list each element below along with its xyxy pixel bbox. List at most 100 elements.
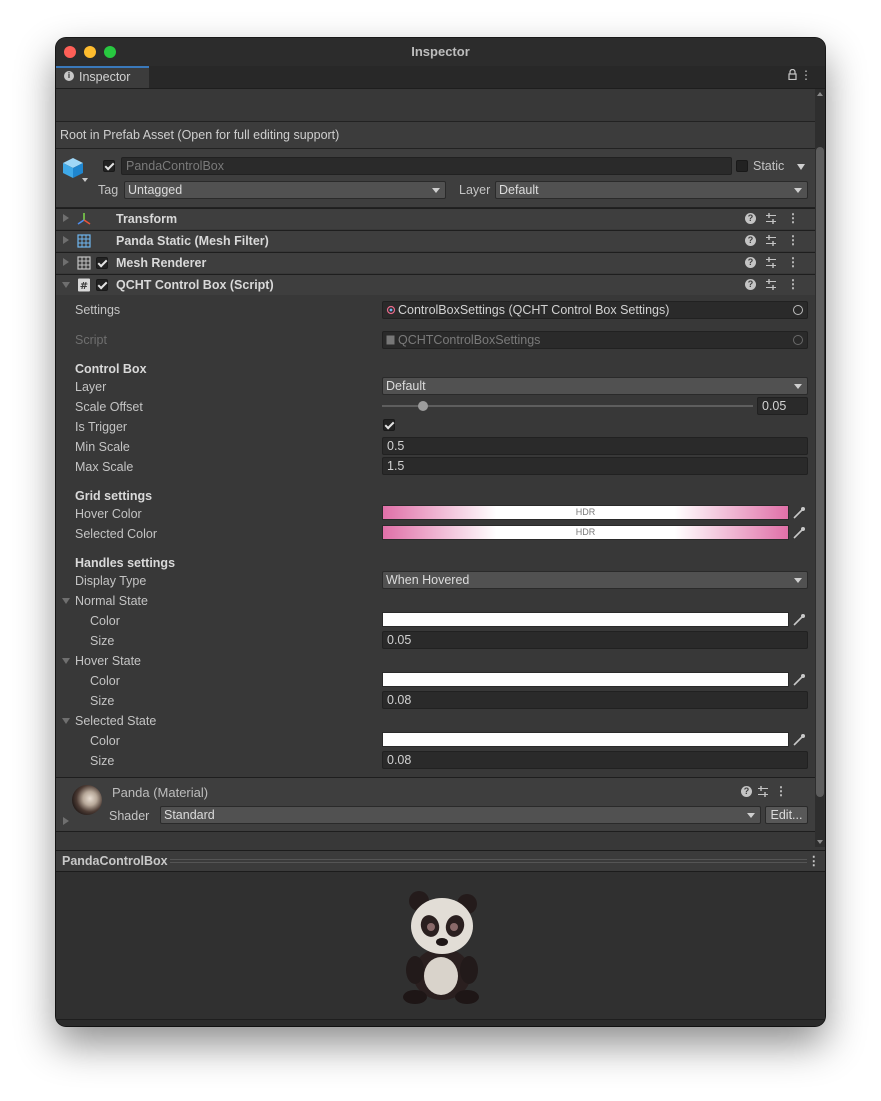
title-bar[interactable]: Inspector — [56, 38, 825, 66]
static-checkbox[interactable] — [736, 160, 748, 172]
scale-offset-field[interactable]: 0.05 — [757, 397, 808, 415]
presets-icon[interactable] — [765, 234, 777, 247]
presets-icon[interactable] — [757, 785, 769, 798]
tag-label: Tag — [98, 183, 119, 197]
presets-icon[interactable] — [765, 256, 777, 269]
is-trigger-checkbox[interactable] — [383, 419, 395, 431]
help-icon[interactable]: ? — [745, 213, 756, 224]
preview-header[interactable]: PandaControlBox ⋮ — [56, 850, 825, 872]
fold-arrow-icon[interactable] — [63, 214, 69, 222]
drag-handle[interactable] — [170, 859, 807, 860]
eyedropper-icon[interactable] — [791, 525, 807, 541]
fold-arrow-icon[interactable] — [63, 817, 69, 825]
component-transform[interactable]: Transform ? ⋮ — [56, 208, 815, 229]
fold-arrow-icon[interactable] — [63, 236, 69, 244]
vertical-scrollbar[interactable] — [815, 89, 825, 847]
eyedropper-icon[interactable] — [791, 612, 807, 628]
drag-handle[interactable] — [170, 862, 807, 863]
static-label: Static — [753, 159, 785, 173]
selected-size-field[interactable]: 0.08 — [382, 751, 808, 769]
selected-state-label[interactable]: Selected State — [75, 714, 156, 728]
layer-dropdown[interactable]: Default — [495, 181, 808, 199]
script-enabled-checkbox[interactable] — [96, 279, 108, 291]
help-icon[interactable]: ? — [745, 279, 756, 290]
eyedropper-icon[interactable] — [791, 505, 807, 521]
settings-object-value: ControlBoxSettings (QCHT Control Box Set… — [398, 303, 670, 317]
eyedropper-icon[interactable] — [791, 672, 807, 688]
static-dropdown-icon[interactable] — [797, 164, 805, 170]
tab-menu-icon[interactable]: ⋮ — [800, 68, 812, 82]
normal-state-label[interactable]: Normal State — [75, 594, 148, 608]
help-icon[interactable]: ? — [741, 786, 752, 797]
tag-dropdown[interactable]: Untagged — [124, 181, 446, 199]
hover-size-field[interactable]: 0.08 — [382, 691, 808, 709]
settings-object-field[interactable]: ControlBoxSettings (QCHT Control Box Set… — [382, 301, 808, 319]
script-label: Script — [75, 333, 107, 347]
component-menu-icon[interactable]: ⋮ — [787, 277, 799, 291]
hover-state-label[interactable]: Hover State — [75, 654, 141, 668]
component-menu-icon[interactable]: ⋮ — [787, 211, 799, 225]
shader-value: Standard — [164, 808, 215, 822]
preview-area[interactable] — [56, 872, 825, 1019]
layer-field-label: Layer — [75, 380, 107, 394]
hover-state-fold-icon[interactable] — [62, 658, 70, 664]
hover-state-color-swatch[interactable] — [382, 672, 789, 687]
component-mesh-filter[interactable]: Panda Static (Mesh Filter) ? ⋮ — [56, 230, 815, 251]
normal-size-label: Size — [90, 634, 115, 648]
mesh-renderer-enabled-checkbox[interactable] — [96, 257, 108, 269]
component-header-icons: ? ⋮ — [745, 233, 801, 248]
control-box-layer-value: Default — [386, 379, 426, 393]
component-menu-icon[interactable]: ⋮ — [787, 233, 799, 247]
tab-bar: i Inspector ⋮ — [56, 66, 825, 89]
max-scale-field[interactable]: 1.5 — [382, 457, 808, 475]
scrollbar-thumb[interactable] — [816, 147, 824, 797]
normal-size-field[interactable]: 0.05 — [382, 631, 808, 649]
help-icon[interactable]: ? — [745, 235, 756, 246]
edit-shader-button[interactable]: Edit... — [765, 806, 808, 824]
display-type-dropdown[interactable]: When Hovered — [382, 571, 808, 589]
hdr-label: HDR — [575, 507, 596, 517]
normal-state-fold-icon[interactable] — [62, 598, 70, 604]
scroll-down-icon[interactable] — [817, 840, 823, 844]
selected-state-color-swatch[interactable] — [382, 732, 789, 747]
gameobject-name-field[interactable]: PandaControlBox — [121, 157, 732, 175]
mesh-filter-icon — [77, 234, 91, 248]
window-title: Inspector — [411, 44, 470, 59]
selected-color-field-label: Color — [90, 734, 120, 748]
selected-color-swatch[interactable]: HDR — [382, 525, 789, 540]
presets-icon[interactable] — [765, 212, 777, 225]
hover-color-field-label: Color — [90, 674, 120, 688]
scale-offset-label: Scale Offset — [75, 400, 143, 414]
shader-dropdown[interactable]: Standard — [160, 806, 761, 824]
material-name: Panda (Material) — [112, 785, 209, 800]
active-checkbox[interactable] — [103, 160, 115, 172]
component-menu-icon[interactable]: ⋮ — [787, 255, 799, 269]
min-scale-field[interactable]: 0.5 — [382, 437, 808, 455]
info-icon: i — [64, 71, 74, 81]
tab-inspector[interactable]: i Inspector — [56, 66, 149, 88]
help-icon[interactable]: ? — [745, 257, 756, 268]
material-menu-icon[interactable]: ⋮ — [775, 784, 787, 798]
normal-color-swatch[interactable] — [382, 612, 789, 627]
hover-color-swatch[interactable]: HDR — [382, 505, 789, 520]
material-preview-ball — [72, 785, 102, 815]
control-box-layer-dropdown[interactable]: Default — [382, 377, 808, 395]
prefab-cube-icon[interactable] — [62, 157, 84, 179]
scroll-up-icon[interactable] — [817, 92, 823, 96]
component-mesh-renderer[interactable]: Mesh Renderer ? ⋮ — [56, 252, 815, 273]
object-picker-icon[interactable] — [793, 305, 803, 315]
presets-icon[interactable] — [765, 278, 777, 291]
chevron-down-icon[interactable] — [82, 178, 88, 182]
fold-arrow-icon[interactable] — [62, 282, 70, 288]
fold-arrow-icon[interactable] — [63, 258, 69, 266]
slider-handle[interactable] — [417, 401, 428, 411]
lock-icon[interactable] — [788, 69, 797, 80]
selected-state-fold-icon[interactable] — [62, 718, 70, 724]
hover-color-label: Hover Color — [75, 507, 142, 521]
component-header-icons: ? ⋮ — [745, 211, 801, 226]
component-qcht-control-box[interactable]: # QCHT Control Box (Script) ? ⋮ — [56, 274, 815, 295]
preview-menu-icon[interactable]: ⋮ — [808, 853, 821, 868]
slider-track[interactable] — [382, 405, 753, 407]
component-header-icons: ? ⋮ — [745, 255, 801, 270]
eyedropper-icon[interactable] — [791, 732, 807, 748]
